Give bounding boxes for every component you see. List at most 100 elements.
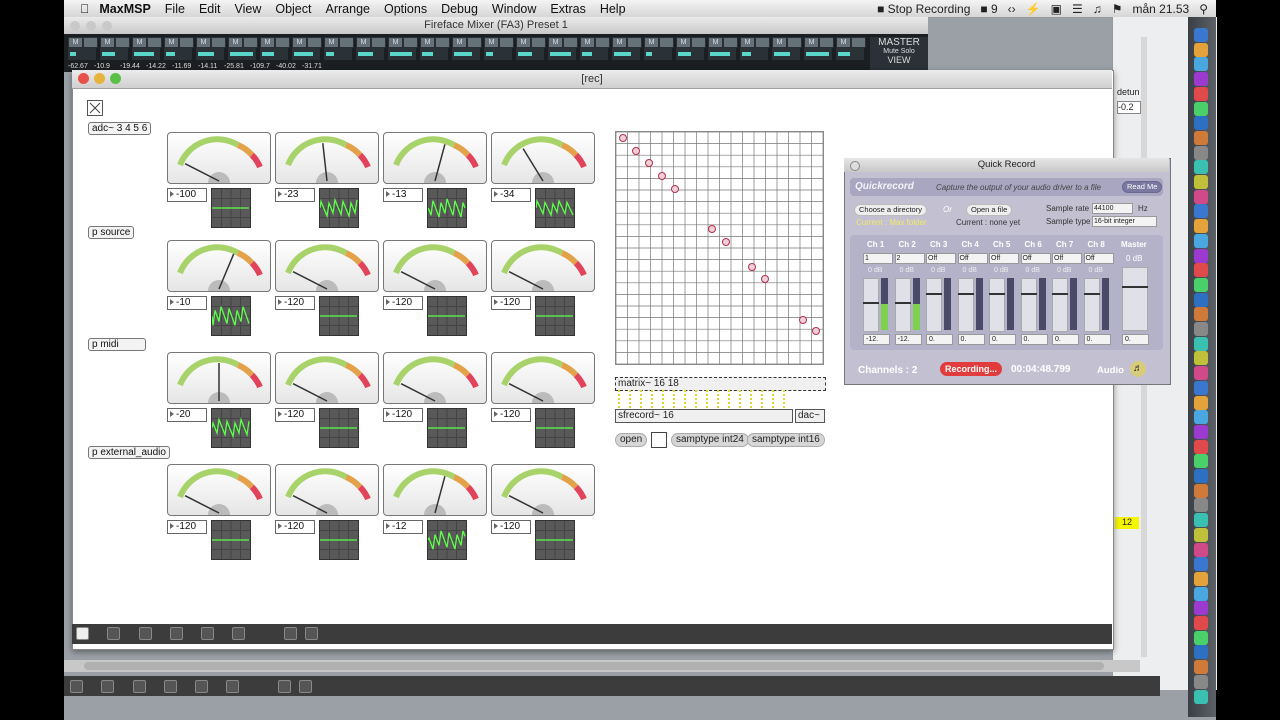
- grid-icon[interactable]: [284, 627, 297, 640]
- open-message[interactable]: open: [615, 433, 648, 447]
- dock-app-icon[interactable]: [1194, 586, 1208, 601]
- channel-fader[interactable]: [1020, 278, 1037, 332]
- meter-number-box[interactable]: -120: [491, 408, 531, 422]
- fireface-solo-toggle[interactable]: [723, 37, 738, 48]
- meter-number-box[interactable]: -120: [275, 520, 315, 534]
- dock-app-icon[interactable]: [1194, 483, 1208, 498]
- fireface-solo-toggle[interactable]: [243, 37, 258, 48]
- sample-rate-select[interactable]: 44100: [1092, 203, 1133, 214]
- channel-select[interactable]: 1: [863, 253, 893, 264]
- dock-app-icon[interactable]: [1194, 410, 1208, 425]
- fireface-solo-toggle[interactable]: [563, 37, 578, 48]
- fireface-mute-toggle[interactable]: M: [676, 37, 691, 48]
- matrix-node[interactable]: [799, 316, 807, 324]
- meter-number-box[interactable]: -13: [383, 188, 423, 202]
- fireface-close-button[interactable]: [70, 21, 80, 31]
- matrix-control[interactable]: [615, 131, 824, 365]
- read-me-button[interactable]: Read Me: [1122, 181, 1163, 193]
- menu-help[interactable]: Help: [600, 2, 626, 16]
- matrix-object[interactable]: matrix~ 16 18: [615, 377, 826, 391]
- fireface-zoom-button[interactable]: [102, 21, 112, 31]
- dock-app-icon[interactable]: [1194, 145, 1208, 160]
- fireface-solo-toggle[interactable]: [83, 37, 98, 48]
- wifi-icon[interactable]: ☰: [1072, 2, 1083, 16]
- fireface-solo-toggle[interactable]: [691, 37, 706, 48]
- dock-app-icon[interactable]: [1194, 86, 1208, 101]
- menu-edit[interactable]: Edit: [199, 2, 221, 16]
- fireface-solo-toggle[interactable]: [275, 37, 290, 48]
- fireface-mute-toggle[interactable]: M: [324, 37, 339, 48]
- menu-app[interactable]: MaxMSP: [99, 2, 150, 16]
- channel-value[interactable]: -12.: [894, 334, 922, 345]
- dock-app-icon[interactable]: [1194, 292, 1208, 307]
- channel-select[interactable]: Off: [926, 253, 956, 264]
- fireface-mute-toggle[interactable]: M: [356, 37, 371, 48]
- yellow-number[interactable]: 12: [1115, 517, 1139, 529]
- dock-app-icon[interactable]: [1194, 689, 1208, 704]
- fireface-mute-toggle[interactable]: M: [100, 37, 115, 48]
- presentation-icon[interactable]: [170, 627, 183, 640]
- group-icon[interactable]: [232, 627, 245, 640]
- new-object-icon[interactable]: [107, 627, 120, 640]
- dock-app-icon[interactable]: [1194, 424, 1208, 439]
- battery-icon[interactable]: ⚡: [1026, 2, 1041, 16]
- channel-value[interactable]: 0.: [1020, 334, 1048, 345]
- meter-number-box[interactable]: -120: [167, 520, 207, 534]
- dock-app-icon[interactable]: [1194, 248, 1208, 263]
- channel-select[interactable]: Off: [1052, 253, 1082, 264]
- dock-app-icon[interactable]: [1194, 189, 1208, 204]
- dock-app-icon[interactable]: [1194, 175, 1208, 189]
- grid-icon[interactable]: [278, 680, 291, 693]
- channel-select[interactable]: Off: [989, 253, 1019, 264]
- dock-app-icon[interactable]: [1194, 542, 1208, 557]
- meter-number-box[interactable]: -12: [383, 520, 423, 534]
- dock-app-icon[interactable]: [1194, 42, 1208, 57]
- fireface-solo-toggle[interactable]: [211, 37, 226, 48]
- channel-fader[interactable]: [926, 278, 942, 332]
- dock-app-icon[interactable]: [1194, 57, 1208, 72]
- meter-number-box[interactable]: -120: [491, 296, 531, 310]
- dock-app-icon[interactable]: [1194, 498, 1208, 513]
- fireface-solo-toggle[interactable]: [115, 37, 130, 48]
- menu-debug[interactable]: Debug: [441, 2, 478, 16]
- fireface-mute-toggle[interactable]: M: [612, 37, 627, 48]
- dock-app-icon[interactable]: [1194, 454, 1208, 469]
- volume-icon[interactable]: ♫: [1093, 2, 1102, 16]
- dock-app-icon[interactable]: [1194, 469, 1208, 483]
- fireface-mute-button[interactable]: Mute: [883, 48, 899, 55]
- meter-number-box[interactable]: -120: [383, 296, 423, 310]
- dock-app-icon[interactable]: [1194, 571, 1208, 586]
- fireface-mute-toggle[interactable]: M: [548, 37, 563, 48]
- audio-speaker-icon[interactable]: ♬: [1130, 361, 1146, 377]
- fireface-view-label[interactable]: VIEW: [870, 55, 928, 65]
- dock-app-icon[interactable]: [1194, 616, 1208, 630]
- dock-app-icon[interactable]: [1194, 277, 1208, 292]
- fireface-solo-toggle[interactable]: [531, 37, 546, 48]
- dock-app-icon[interactable]: [1194, 395, 1208, 410]
- sfrecord-object[interactable]: sfrecord~ 16: [615, 409, 793, 423]
- menu-clock[interactable]: mån 21.53: [1132, 2, 1189, 16]
- presentation-icon[interactable]: [164, 680, 177, 693]
- dock-app-icon[interactable]: [1194, 630, 1208, 645]
- dac-object[interactable]: dac~: [795, 409, 825, 423]
- dock-app-icon[interactable]: [1194, 660, 1208, 675]
- fireface-mute-toggle[interactable]: M: [516, 37, 531, 48]
- sample-type-select[interactable]: 16-bit integer: [1092, 216, 1157, 227]
- fireface-mute-toggle[interactable]: M: [452, 37, 467, 48]
- fireface-solo-toggle[interactable]: [467, 37, 482, 48]
- fireface-mute-toggle[interactable]: M: [260, 37, 275, 48]
- horizontal-scrollbar[interactable]: [64, 660, 1140, 672]
- channel-fader[interactable]: [894, 278, 911, 332]
- lock-icon[interactable]: [76, 627, 89, 640]
- meter-number-box[interactable]: -10: [167, 296, 207, 310]
- meter-number-box[interactable]: -120: [275, 408, 315, 422]
- status-indicator[interactable]: ■ 9: [980, 2, 997, 16]
- stop-recording-item[interactable]: ■ Stop Recording: [877, 2, 970, 16]
- fireface-solo-toggle[interactable]: [595, 37, 610, 48]
- matrix-node[interactable]: [748, 263, 756, 271]
- record-toggle[interactable]: [651, 432, 667, 448]
- matrix-node[interactable]: [658, 172, 666, 180]
- fireface-solo-toggle[interactable]: [435, 37, 450, 48]
- fireface-solo-button[interactable]: Solo: [901, 48, 915, 55]
- dock-app-icon[interactable]: [1194, 366, 1208, 381]
